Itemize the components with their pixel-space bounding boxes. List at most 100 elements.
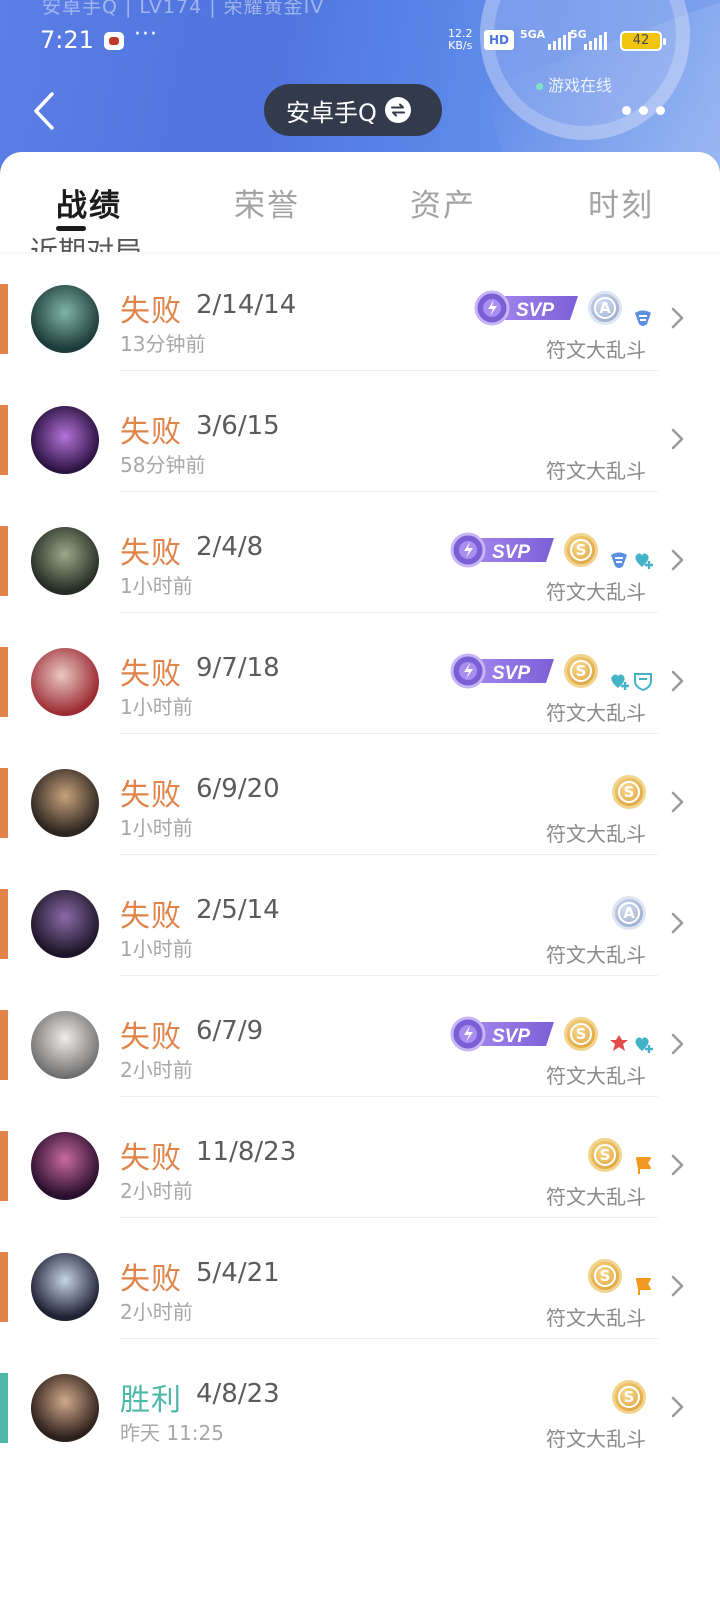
svg-text:SVP: SVP	[492, 663, 530, 684]
match-list: 失败 2/14/14 13分钟前 SVP A 符文大乱斗 失败 3/6/15 58分钟前 符文大乱…	[0, 250, 720, 1460]
match-badges: SVP A	[474, 288, 654, 328]
match-row[interactable]: 失败 2/4/8 1小时前 SVP S 符文大乱斗	[0, 492, 720, 613]
chevron-right-icon	[668, 669, 686, 693]
result-color-bar	[0, 284, 8, 354]
match-mode: 符文大乱斗	[546, 943, 646, 967]
match-result: 失败	[120, 1020, 182, 1055]
match-result: 失败	[120, 778, 182, 813]
match-kda: 3/6/15	[196, 411, 280, 441]
network-speed-unit: KB/s	[448, 39, 473, 52]
match-time: 1小时前	[120, 574, 193, 598]
match-row[interactable]: 失败 6/9/20 1小时前 S 符文大乱斗	[0, 734, 720, 855]
gold-medal-icon: S	[564, 533, 598, 567]
svp-badge-icon: SVP	[450, 1016, 558, 1052]
match-badges: SVP S	[450, 1014, 654, 1054]
match-row[interactable]: 失败 11/8/23 2小时前 S 符文大乱斗	[0, 1097, 720, 1218]
online-status: 游戏在线	[536, 72, 612, 96]
match-result: 失败	[120, 1262, 182, 1297]
match-kda: 4/8/23	[196, 1379, 280, 1409]
tab-moments[interactable]: 时刻	[588, 180, 654, 225]
match-mode: 符文大乱斗	[546, 701, 646, 725]
match-time: 2小时前	[120, 1058, 193, 1082]
team-icon	[608, 549, 630, 571]
section-heading: 近期对局	[30, 235, 143, 252]
chevron-right-icon	[668, 427, 686, 451]
heal-icon	[608, 670, 630, 692]
champion-avatar	[31, 769, 99, 837]
match-kda: 6/7/9	[196, 1016, 264, 1046]
champion-avatar	[31, 406, 99, 474]
tab-match-history[interactable]: 战绩	[56, 180, 122, 225]
match-row[interactable]: 失败 5/4/21 2小时前 S 符文大乱斗	[0, 1218, 720, 1339]
match-result: 失败	[120, 657, 182, 692]
result-color-bar	[0, 1131, 8, 1201]
match-time: 1小时前	[120, 937, 193, 961]
account-name: 安卓手Q	[286, 98, 377, 127]
champion-avatar	[31, 527, 99, 595]
champion-avatar	[31, 648, 99, 716]
chevron-right-icon	[668, 306, 686, 330]
match-mode: 符文大乱斗	[546, 1064, 646, 1088]
match-result: 失败	[120, 1141, 182, 1176]
gold-medal-icon: S	[564, 1017, 598, 1051]
match-mode: 符文大乱斗	[546, 580, 646, 604]
match-row[interactable]: 失败 3/6/15 58分钟前 符文大乱斗	[0, 371, 720, 492]
match-result: 失败	[120, 536, 182, 571]
match-kda: 2/4/8	[196, 532, 264, 562]
hd-call-icon: HD	[484, 30, 514, 50]
match-badges: S	[612, 772, 654, 812]
battery-icon: 42	[620, 31, 666, 51]
app-notification-icon	[104, 32, 124, 50]
match-kda: 6/9/20	[196, 774, 280, 804]
match-result: 失败	[120, 899, 182, 934]
result-color-bar	[0, 647, 8, 717]
match-time: 13分钟前	[120, 332, 206, 356]
account-switcher[interactable]: 安卓手Q	[264, 84, 442, 136]
chevron-right-icon	[668, 1032, 686, 1056]
match-row[interactable]: 失败 2/5/14 1小时前 A 符文大乱斗	[0, 855, 720, 976]
tab-assets[interactable]: 资产	[410, 180, 476, 225]
signal-5ga-label: 5GA	[520, 28, 546, 41]
match-kda: 5/4/21	[196, 1258, 280, 1288]
match-row[interactable]: 失败 9/7/18 1小时前 SVP S 符文大乱斗	[0, 613, 720, 734]
match-badges: SVP S	[450, 651, 654, 692]
signal-strength-icon	[548, 32, 571, 50]
match-mode: 符文大乱斗	[546, 1185, 646, 1209]
shield-icon	[632, 670, 654, 692]
silver-medal-icon: A	[612, 896, 646, 930]
match-time: 1小时前	[120, 816, 193, 840]
gold-medal-icon: S	[612, 1380, 646, 1414]
match-row[interactable]: 失败 6/7/9 2小时前 SVP S 符文大乱斗	[0, 976, 720, 1097]
match-time: 2小时前	[120, 1300, 193, 1324]
heal-icon	[632, 1033, 654, 1055]
switch-account-icon	[384, 97, 411, 123]
heal-icon	[632, 549, 654, 571]
champion-avatar	[31, 285, 99, 353]
result-color-bar	[0, 405, 8, 475]
match-row[interactable]: 失败 2/14/14 13分钟前 SVP A 符文大乱斗	[0, 250, 720, 371]
svp-badge-icon: SVP	[450, 653, 558, 689]
back-button[interactable]	[30, 90, 62, 132]
player-summary-text: 安卓手Q | LV174 | 荣耀黄金IV	[42, 0, 325, 18]
tab-honors[interactable]: 荣誉	[234, 180, 300, 225]
match-kda: 2/5/14	[196, 895, 280, 925]
match-mode: 符文大乱斗	[546, 459, 646, 483]
svg-text:SVP: SVP	[516, 300, 554, 321]
more-options-button[interactable]	[622, 100, 666, 120]
champion-avatar	[31, 1011, 99, 1079]
match-mode: 符文大乱斗	[546, 1427, 646, 1451]
gold-medal-icon: S	[612, 775, 646, 809]
chevron-right-icon	[668, 911, 686, 935]
match-mode: 符文大乱斗	[546, 338, 646, 362]
result-color-bar	[0, 1373, 8, 1443]
gold-medal-icon: S	[588, 1259, 622, 1293]
status-bar-time: 7:21	[40, 26, 94, 54]
chevron-right-icon	[668, 1395, 686, 1419]
damage-icon	[608, 1033, 630, 1055]
match-kda: 11/8/23	[196, 1137, 297, 1167]
match-time: 1小时前	[120, 695, 193, 719]
back-arrow-icon	[34, 92, 54, 130]
match-row[interactable]: 胜利 4/8/23 昨天 11:25 S 符文大乱斗	[0, 1339, 720, 1460]
match-mode: 符文大乱斗	[546, 1306, 646, 1330]
match-mode: 符文大乱斗	[546, 822, 646, 846]
